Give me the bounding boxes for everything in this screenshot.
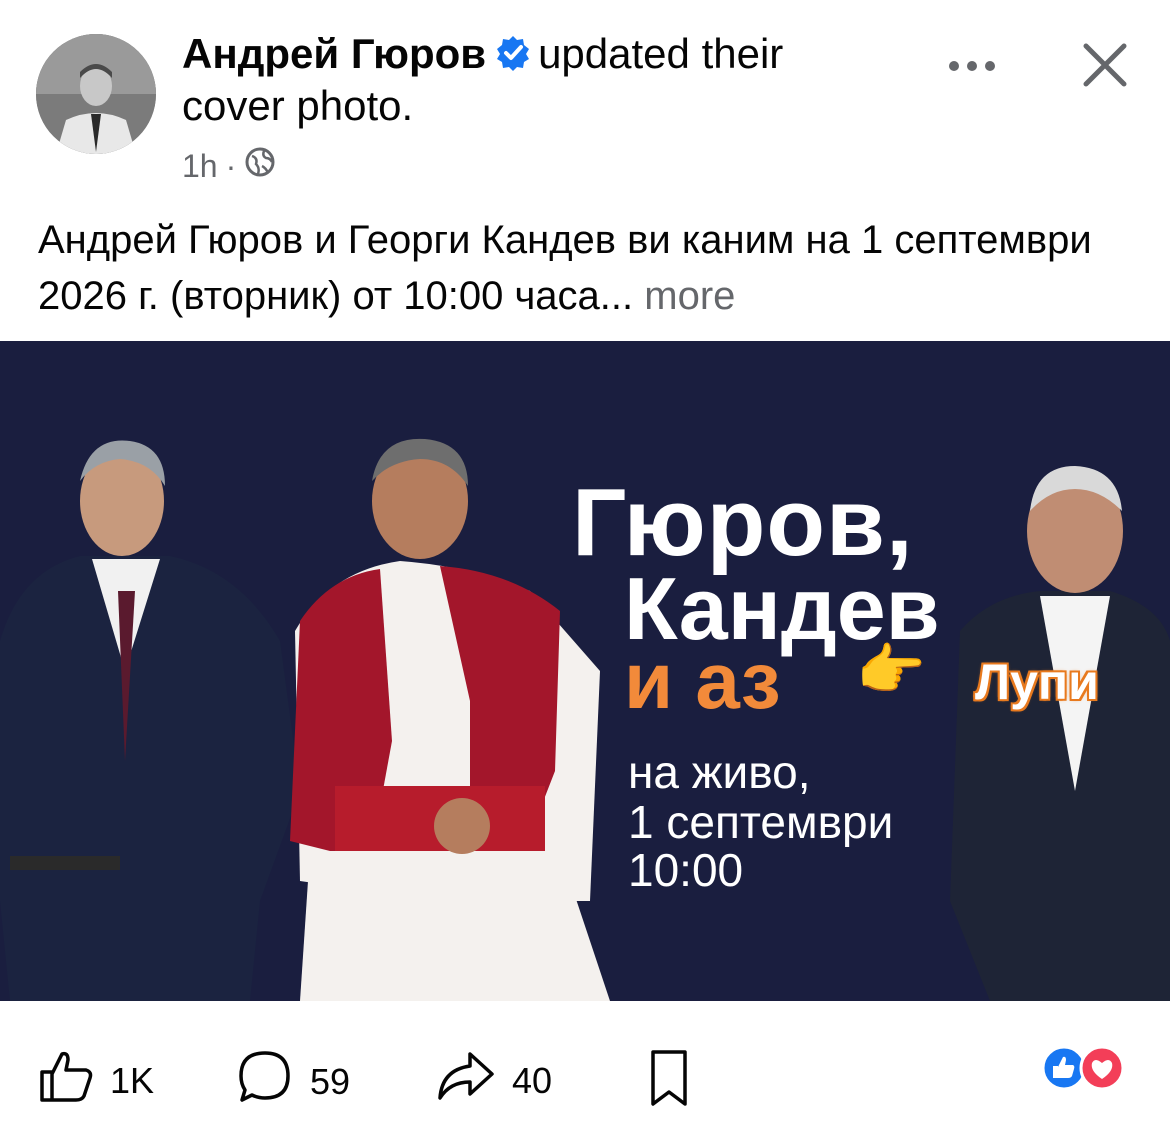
person-middle-figure: [290, 438, 610, 1001]
avatar-photo: [36, 34, 156, 154]
comment-button[interactable]: 59: [236, 1048, 350, 1115]
comment-count: 59: [310, 1060, 351, 1102]
post-time[interactable]: 1h: [182, 148, 218, 185]
action-bar: 1K 59 40: [0, 1030, 1170, 1110]
banner-title-line3: и аз: [624, 636, 781, 725]
cover-photo[interactable]: Гюров, Кандев и аз 👉 Лупи на живо, 1 сеп…: [0, 341, 1170, 1001]
lupi-sticker: Лупи: [975, 654, 1099, 710]
like-icon: [38, 1048, 94, 1113]
like-reaction-icon: [1041, 1045, 1087, 1091]
banner-title-line1: Гюров,: [572, 469, 914, 576]
person-left-figure: [0, 440, 300, 1001]
bookmark-icon: [648, 1048, 690, 1117]
like-button[interactable]: 1K: [38, 1048, 154, 1113]
author-name[interactable]: Андрей Гюров: [182, 30, 486, 77]
banner-sub-line2: 1 септември: [628, 797, 894, 847]
comment-icon: [236, 1048, 294, 1115]
post-text: Андрей Гюров и Георги Кандев ви каним на…: [38, 218, 1092, 318]
verified-badge-icon: [494, 32, 532, 71]
banner-sub-line1: на живо,: [628, 746, 811, 798]
like-count: 1K: [110, 1059, 155, 1101]
meta-separator: ·: [225, 147, 237, 184]
pointing-hand-emoji: 👉: [856, 638, 926, 701]
reactions-summary[interactable]: [1040, 1044, 1140, 1092]
post-body: Андрей Гюров и Георги Кандев ви каним на…: [38, 212, 1138, 324]
share-button[interactable]: 40: [436, 1048, 552, 1113]
banner-sub-line3: 10:00: [628, 844, 744, 896]
share-icon: [436, 1048, 496, 1113]
post-meta: 1h ·: [182, 146, 276, 186]
close-icon[interactable]: [1078, 38, 1132, 92]
person-right-figure: [950, 466, 1170, 1001]
globe-icon: [244, 146, 276, 186]
more-options-icon[interactable]: [944, 44, 1000, 84]
love-reaction-icon: [1079, 1045, 1125, 1091]
author-avatar[interactable]: [36, 34, 156, 154]
share-count: 40: [512, 1059, 553, 1101]
post-header: Андрей Гюров updated their cover photo.: [182, 28, 882, 132]
see-more-link[interactable]: more: [644, 274, 735, 318]
save-button[interactable]: [648, 1048, 690, 1117]
